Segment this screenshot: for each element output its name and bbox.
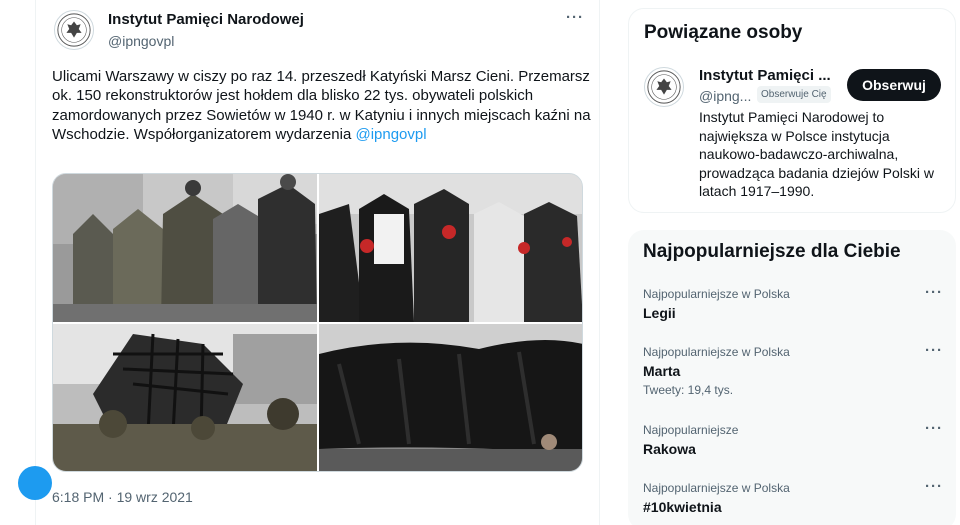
trend-title[interactable]: Legii [643, 304, 943, 322]
more-options-icon[interactable]: ··· [566, 9, 584, 26]
follow-button[interactable]: Obserwuj [847, 69, 941, 101]
related-account-handle[interactable]: @ipng... [699, 87, 751, 105]
trend-more-icon[interactable]: ··· [925, 420, 943, 437]
trend-context: Najpopularniejsze w Polska [643, 287, 790, 301]
follows-you-badge: Obserwuje Cię [757, 86, 831, 103]
photo-women-candles[interactable] [319, 174, 583, 322]
trends-card: Najpopularniejsze dla Ciebie Najpopularn… [628, 230, 956, 525]
trend-item[interactable]: Najpopularniejsze w Polska #10kwietnia ·… [643, 478, 943, 516]
photo-black-veil[interactable] [319, 324, 583, 472]
related-account-bio: Instytut Pamięci Narodowej to największa… [699, 109, 935, 199]
tweet: Instytut Pamięci Narodowej @ipngovpl ···… [18, 0, 600, 525]
ipn-logo-avatar[interactable] [54, 10, 94, 50]
tweet-author[interactable]: Instytut Pamięci Narodowej @ipngovpl [108, 10, 304, 51]
ipn-logo-avatar-small[interactable] [644, 67, 684, 107]
floating-action-button[interactable] [18, 466, 52, 500]
trend-title[interactable]: Marta [643, 362, 943, 380]
trend-title[interactable]: #10kwietnia [643, 498, 943, 516]
related-people-card: Powiązane osoby Instytut Pamięci ... @ip… [628, 8, 956, 213]
trend-item[interactable]: Najpopularniejsze Rakowa ··· [643, 420, 943, 458]
photo-march-soldiers[interactable] [53, 174, 317, 322]
tweet-mention-link[interactable]: @ipngovpl [355, 126, 426, 143]
trend-item[interactable]: Najpopularniejsze w Polska Marta Tweety:… [643, 342, 943, 398]
trend-more-icon[interactable]: ··· [925, 342, 943, 359]
trend-item[interactable]: Najpopularniejsze w Polska Legii ··· [643, 284, 943, 322]
trend-context: Najpopularniejsze w Polska [643, 345, 790, 359]
trends-heading: Najpopularniejsze dla Ciebie [643, 241, 901, 262]
tweet-text: Ulicami Warszawy w ciszy po raz 14. prze… [52, 67, 592, 145]
author-name[interactable]: Instytut Pamięci Narodowej [108, 10, 304, 30]
trend-context: Najpopularniejsze [643, 423, 739, 437]
trend-more-icon[interactable]: ··· [925, 478, 943, 495]
tweet-media-grid [52, 173, 583, 472]
related-people-heading: Powiązane osoby [644, 22, 803, 43]
trend-context: Najpopularniejsze w Polska [643, 481, 790, 495]
tweet-timestamp[interactable]: 6:18 PM · 19 wrz 2021 [52, 489, 193, 505]
trend-title[interactable]: Rakowa [643, 440, 943, 458]
related-account-name[interactable]: Instytut Pamięci ... [699, 67, 831, 85]
photo-crosses-memorial[interactable] [53, 324, 317, 472]
trend-tweet-count: Tweety: 19,4 tys. [643, 383, 734, 397]
trend-more-icon[interactable]: ··· [925, 284, 943, 301]
author-handle[interactable]: @ipngovpl [108, 31, 304, 51]
tweet-body: Ulicami Warszawy w ciszy po raz 14. prze… [52, 68, 591, 144]
